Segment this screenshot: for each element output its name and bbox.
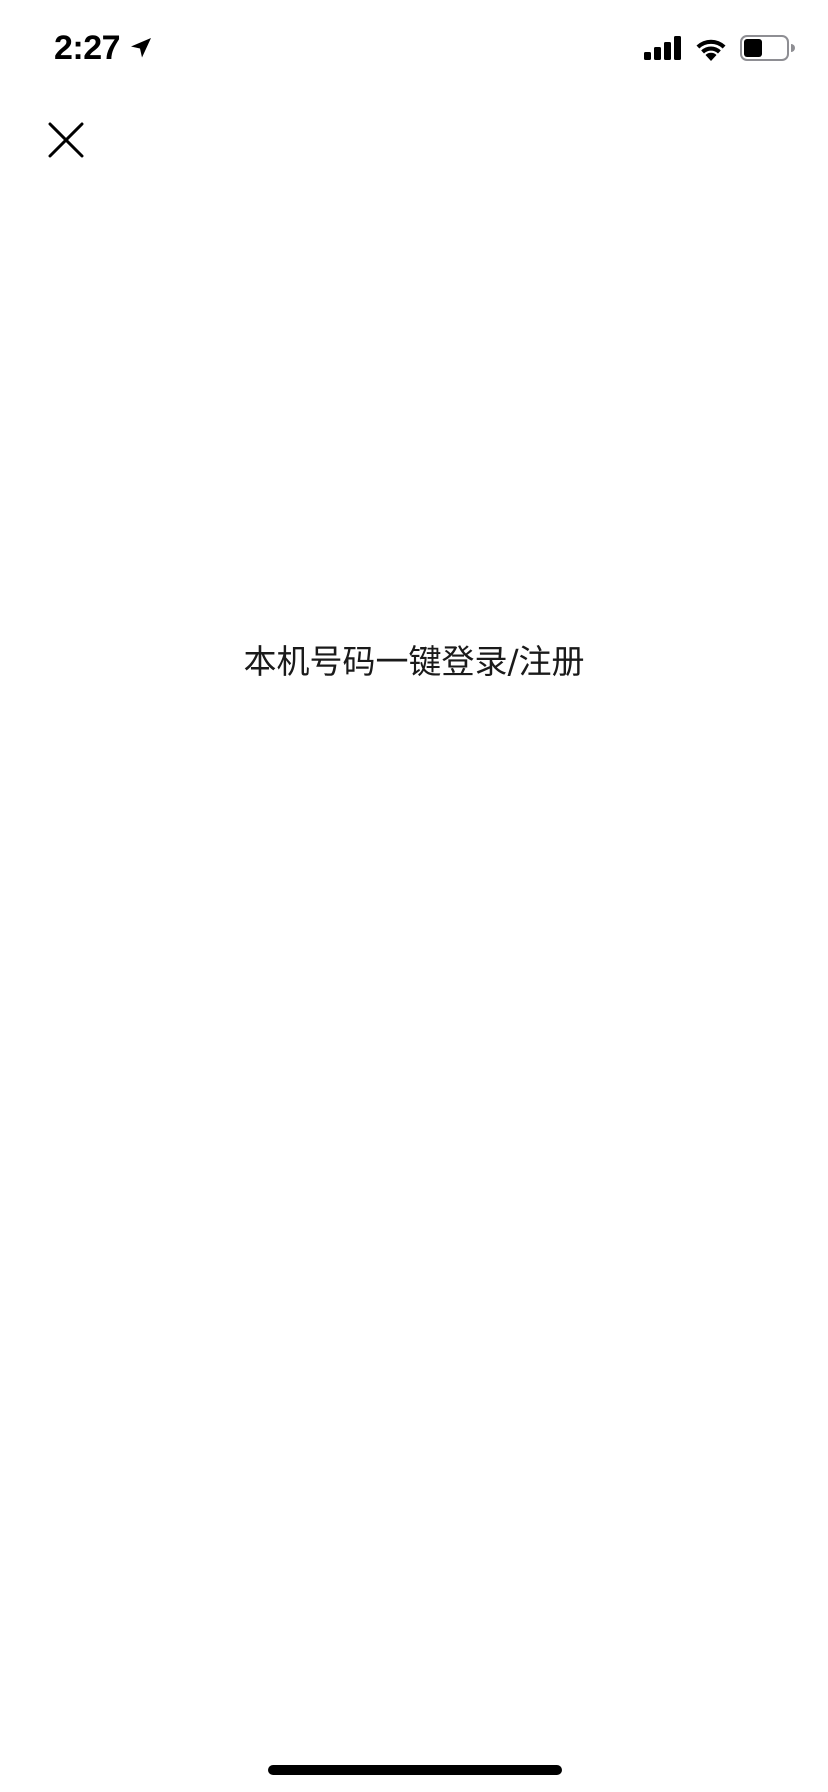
wifi-icon — [694, 35, 728, 66]
main-content: 本机号码一键登录/注册 — [0, 640, 828, 684]
close-icon — [44, 122, 88, 166]
cellular-signal-icon — [644, 36, 682, 65]
status-time: 2:27 — [54, 28, 154, 68]
battery-icon — [740, 34, 796, 67]
status-bar: 2:27 — [0, 0, 828, 100]
close-button[interactable] — [44, 118, 88, 162]
status-indicators — [644, 34, 796, 67]
home-indicator[interactable] — [268, 1765, 562, 1775]
status-time-text: 2:27 — [54, 29, 121, 67]
location-arrow-icon — [128, 35, 154, 61]
one-click-login-button[interactable]: 本机号码一键登录/注册 — [243, 640, 584, 684]
